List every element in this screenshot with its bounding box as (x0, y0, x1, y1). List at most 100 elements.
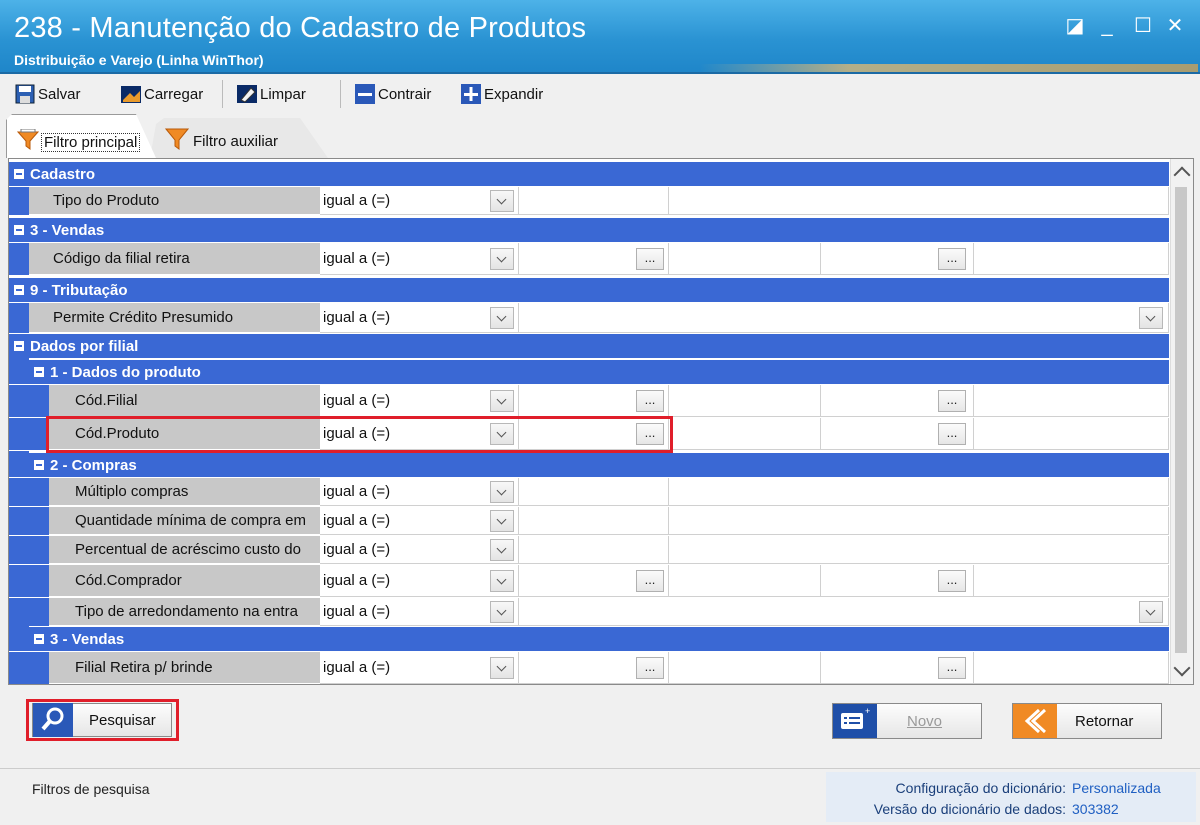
collapse-toggle-icon[interactable] (34, 367, 44, 377)
value-to-field[interactable]: ... (821, 652, 974, 684)
operator-select[interactable]: igual a (=) (320, 385, 519, 417)
lookup-button[interactable]: ... (938, 657, 966, 679)
chevron-down-icon[interactable] (490, 570, 514, 592)
chevron-down-icon[interactable] (490, 601, 514, 623)
operator-select[interactable]: igual a (=) (320, 565, 519, 597)
filter-row: Cód.Produto igual a (=) ... ... (9, 418, 1169, 450)
value-from-field[interactable]: ... (519, 385, 669, 417)
collapse-toggle-icon[interactable] (14, 169, 24, 179)
tab-label: Filtro auxiliar (193, 133, 279, 150)
operator-select[interactable]: igual a (=) (320, 187, 519, 215)
return-arrow-icon (1013, 704, 1057, 738)
filter-row: Código da filial retira igual a (=) ... … (9, 243, 1169, 275)
field-label: Código da filial retira (29, 243, 320, 275)
contrair-button[interactable]: Contrair (354, 82, 431, 106)
chevron-down-icon[interactable] (490, 190, 514, 212)
value-field[interactable] (519, 507, 669, 535)
restore-icon[interactable]: ◪ (1062, 14, 1088, 38)
collapse-toggle-icon[interactable] (34, 460, 44, 470)
field-label: Cód.Filial (49, 385, 320, 417)
operator-select[interactable]: igual a (=) (320, 243, 519, 275)
chevron-down-icon[interactable] (490, 423, 514, 445)
operator-value: igual a (=) (323, 250, 391, 267)
field-label: Cód.Comprador (49, 565, 320, 597)
toolbar: Salvar Carregar Limpar Contrair Expandir (0, 74, 1200, 112)
pesquisar-button[interactable]: Pesquisar (32, 703, 172, 737)
operator-select[interactable]: igual a (=) (320, 598, 519, 626)
maximize-icon[interactable]: ☐ (1130, 14, 1156, 38)
group-header[interactable]: 9 - Tributação (9, 278, 1169, 302)
operator-select[interactable]: igual a (=) (320, 303, 519, 333)
operator-value: igual a (=) (323, 512, 391, 529)
lookup-button[interactable]: ... (636, 570, 664, 592)
operator-select[interactable]: igual a (=) (320, 507, 519, 535)
scroll-up-icon[interactable] (1173, 166, 1191, 184)
scroll-down-icon[interactable] (1173, 659, 1191, 677)
tab-filtro-principal[interactable]: Filtro principal (6, 114, 156, 158)
chevron-down-icon[interactable] (490, 539, 514, 561)
value-field[interactable] (519, 478, 669, 506)
operator-select[interactable]: igual a (=) (320, 478, 519, 506)
lookup-button[interactable]: ... (938, 248, 966, 270)
group-header[interactable]: Dados por filial (9, 334, 1169, 358)
version-label: Versão do dicionário de dados: (873, 801, 1066, 817)
value-to-field[interactable]: ... (821, 418, 974, 450)
chevron-down-icon[interactable] (490, 248, 514, 270)
chevron-down-icon[interactable] (490, 481, 514, 503)
value-from-field[interactable]: ... (519, 652, 669, 684)
collapse-toggle-icon[interactable] (14, 225, 24, 235)
filter-row: Permite Crédito Presumido igual a (=) (9, 303, 1169, 333)
value-select[interactable] (519, 598, 1169, 626)
group-header[interactable]: 1 - Dados do produto (29, 360, 1169, 384)
collapse-toggle-icon[interactable] (14, 341, 24, 351)
value-to-field[interactable]: ... (821, 243, 974, 275)
lookup-button[interactable]: ... (938, 570, 966, 592)
lookup-button[interactable]: ... (938, 390, 966, 412)
lookup-button[interactable]: ... (636, 390, 664, 412)
chevron-down-icon[interactable] (490, 657, 514, 679)
vertical-scrollbar[interactable] (1170, 159, 1193, 684)
value-to-field[interactable]: ... (821, 565, 974, 597)
novo-button[interactable]: + Novo (832, 703, 982, 739)
group-title: 3 - Vendas (30, 221, 105, 239)
row-indent (9, 385, 49, 417)
range-spacer (669, 565, 821, 597)
value-select[interactable] (519, 303, 1169, 333)
group-header[interactable]: 2 - Compras (29, 453, 1169, 477)
chevron-down-icon[interactable] (490, 510, 514, 532)
value-to-field[interactable]: ... (821, 385, 974, 417)
chevron-down-icon[interactable] (1139, 601, 1163, 623)
minimize-icon[interactable]: _ (1094, 14, 1120, 38)
limpar-button[interactable]: Limpar (236, 82, 306, 106)
row-indent (9, 451, 29, 477)
title-bar: 238 - Manutenção do Cadastro de Produtos… (0, 0, 1200, 74)
lookup-button[interactable]: ... (938, 423, 966, 445)
close-icon[interactable]: ✕ (1162, 14, 1188, 38)
value-from-field[interactable]: ... (519, 565, 669, 597)
group-header[interactable]: 3 - Vendas (9, 218, 1169, 242)
chevron-down-icon[interactable] (490, 307, 514, 329)
expandir-button[interactable]: Expandir (460, 82, 543, 106)
field-label: Permite Crédito Presumido (29, 303, 320, 333)
value-field[interactable] (519, 536, 669, 564)
group-header[interactable]: 3 - Vendas (29, 627, 1169, 651)
operator-select[interactable]: igual a (=) (320, 536, 519, 564)
chevron-down-icon[interactable] (490, 390, 514, 412)
lookup-button[interactable]: ... (636, 657, 664, 679)
lookup-button[interactable]: ... (636, 423, 664, 445)
collapse-toggle-icon[interactable] (14, 285, 24, 295)
chevron-down-icon[interactable] (1139, 307, 1163, 329)
value-from-field[interactable]: ... (519, 418, 669, 450)
scrollbar-thumb[interactable] (1175, 187, 1187, 653)
operator-select[interactable]: igual a (=) (320, 418, 519, 450)
value-from-field[interactable]: ... (519, 243, 669, 275)
collapse-toggle-icon[interactable] (34, 634, 44, 644)
tab-filtro-auxiliar[interactable]: Filtro auxiliar (150, 118, 328, 158)
operator-select[interactable]: igual a (=) (320, 652, 519, 684)
carregar-button[interactable]: Carregar (120, 82, 203, 106)
lookup-button[interactable]: ... (636, 248, 664, 270)
salvar-button[interactable]: Salvar (14, 82, 81, 106)
group-header[interactable]: Cadastro (9, 162, 1169, 186)
retornar-button[interactable]: Retornar (1012, 703, 1162, 739)
value-field[interactable] (519, 187, 669, 215)
